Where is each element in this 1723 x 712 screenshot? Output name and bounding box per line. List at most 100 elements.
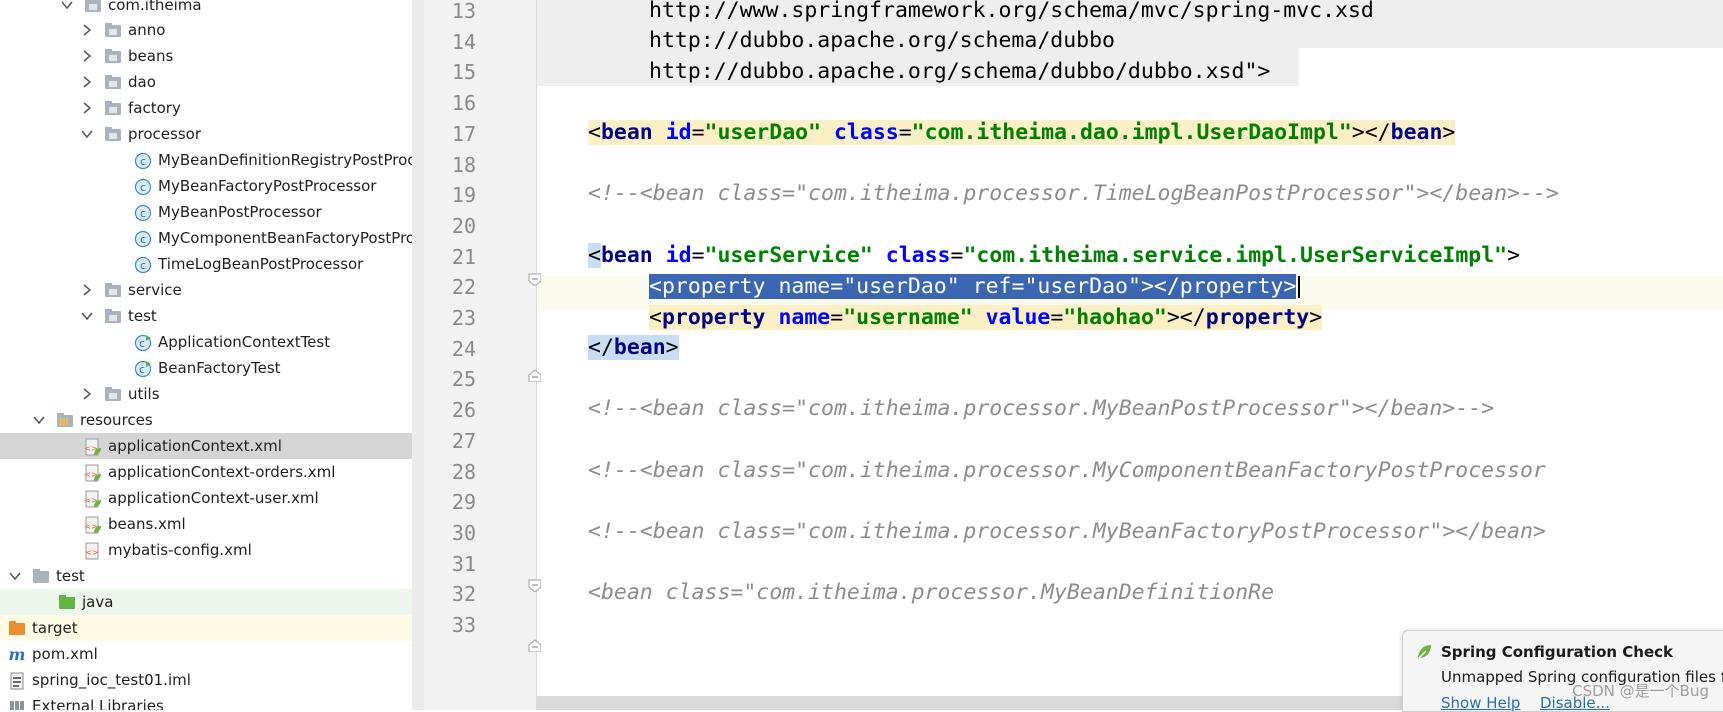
line-number: 20	[451, 213, 476, 238]
svg-text:m: m	[9, 646, 26, 662]
fold-marker-icon[interactable]	[527, 578, 541, 592]
tree-item-label: mybatis-config.xml	[108, 541, 252, 559]
tag-name: bean	[1390, 120, 1443, 145]
tree-item[interactable]: External Libraries	[0, 693, 412, 710]
chevron-right-icon[interactable]	[80, 387, 94, 401]
schema-url: http://www.springframework.org/schema/mv…	[649, 0, 1374, 23]
chevron-down-icon[interactable]	[8, 569, 22, 583]
line-number: 29	[451, 490, 476, 515]
svg-text:c: c	[140, 181, 146, 194]
tree-item[interactable]: test	[0, 303, 412, 329]
chevron-down-icon[interactable]	[80, 127, 94, 141]
line-number: 18	[451, 152, 476, 177]
tag-name: bean	[600, 243, 653, 268]
tree-item[interactable]: c MyBeanFactoryPostProcessor	[0, 173, 412, 199]
code-line-23: <property name="username" value="haohao"…	[649, 301, 1323, 335]
tree-item[interactable]: c MyBeanPostProcessor	[0, 199, 412, 225]
test-class-icon: c	[134, 360, 152, 378]
fold-marker-icon[interactable]	[527, 368, 541, 382]
tree-item[interactable]: c MyComponentBeanFactoryPostProce	[0, 225, 424, 251]
line-number: 16	[451, 91, 476, 116]
chevron-right-icon[interactable]	[80, 23, 94, 37]
svg-text:c: c	[139, 363, 145, 376]
attribute-name: ref	[972, 274, 1012, 299]
tree-item[interactable]: c BeanFactoryTest	[0, 355, 412, 381]
tree-item[interactable]: m pom.xml	[0, 641, 412, 667]
equals: =	[830, 305, 844, 330]
tree-item-label: ApplicationContextTest	[158, 333, 331, 351]
tree-item[interactable]: beans	[0, 43, 412, 69]
line-number: 23	[451, 306, 476, 330]
tree-item[interactable]: <> beans.xml	[0, 511, 412, 537]
tree-item[interactable]: c TimeLogBeanPostProcessor	[0, 251, 412, 277]
chevron-right-icon[interactable]	[80, 101, 94, 115]
tree-item[interactable]: com.itheima	[0, 0, 412, 18]
attribute-value: "com.itheima.dao.impl.UserDaoImpl"	[911, 120, 1352, 145]
tree-item[interactable]: test	[0, 563, 412, 589]
tree-scrollbar[interactable]	[412, 0, 424, 710]
tree-item[interactable]: resources	[0, 407, 412, 433]
tag-bracket: >	[1309, 305, 1323, 330]
code-editor[interactable]: 13 14 15 16 17 18 19 20 21 22 23 24 25 26 27 28 29 30 31 32…	[424, 0, 1723, 710]
tree-item-label: target	[32, 619, 78, 637]
spring-xml-icon: <>	[84, 516, 102, 534]
chevron-down-icon[interactable]	[60, 0, 74, 12]
code-line-28: <!--<bean class="com.itheima.processor.M…	[588, 458, 1546, 483]
tree-item[interactable]: dao	[0, 69, 412, 95]
tree-item[interactable]: <> applicationContext-orders.xml	[0, 459, 412, 485]
class-icon: c	[134, 204, 152, 222]
tree-item[interactable]: <> applicationContext.xml	[0, 433, 412, 459]
fold-marker-icon[interactable]	[527, 272, 541, 286]
tag-bracket: >	[665, 335, 679, 360]
schema-url: http://dubbo.apache.org/schema/dubbo/dub…	[649, 59, 1245, 84]
svg-text:c: c	[140, 233, 146, 246]
line-number: 19	[451, 183, 476, 208]
tree-item-label: java	[82, 593, 114, 611]
xml-icon: <>	[84, 542, 102, 560]
tree-item-label: TimeLogBeanPostProcessor	[158, 255, 364, 273]
equals: =	[691, 243, 705, 268]
equals: =	[898, 120, 912, 145]
tree-item[interactable]: <> applicationContext-user.xml	[0, 485, 412, 511]
tree-item[interactable]: processor	[0, 121, 412, 147]
tag-name: property	[661, 274, 766, 299]
tag-bracket: ></	[1351, 120, 1391, 145]
tree-item-label: processor	[128, 125, 201, 143]
equals: =	[830, 274, 844, 299]
chevron-right-icon[interactable]	[80, 283, 94, 297]
chevron-right-icon[interactable]	[80, 49, 94, 63]
svg-text:c: c	[140, 155, 146, 168]
chevron-right-icon[interactable]	[80, 75, 94, 89]
svg-text:c: c	[139, 337, 145, 350]
tree-item-label: applicationContext.xml	[108, 437, 282, 455]
code-line-30: <!--<bean class="com.itheima.processor.M…	[588, 519, 1546, 544]
tree-item[interactable]: c MyBeanDefinitionRegistryPostProces	[0, 147, 424, 173]
chevron-down-icon[interactable]	[32, 413, 46, 427]
code-line-14: http://dubbo.apache.org/schema/dubbo	[649, 24, 1115, 58]
code-line-32: <bean class="com.itheima.processor.MyBea…	[588, 580, 1275, 605]
attribute-value: "userDao"	[704, 120, 822, 145]
resources-folder-icon	[56, 412, 74, 428]
tree-item[interactable]: factory	[0, 95, 412, 121]
show-help-link[interactable]: Show Help	[1441, 694, 1520, 712]
tree-item-label: MyBeanFactoryPostProcessor	[158, 177, 377, 195]
tree-item[interactable]: c ApplicationContextTest	[0, 329, 412, 355]
tree-item[interactable]: anno	[0, 17, 412, 43]
schema-url: http://dubbo.apache.org/schema/dubbo	[649, 28, 1115, 53]
fold-marker-icon[interactable]	[527, 638, 541, 652]
tree-item[interactable]: <> mybatis-config.xml	[0, 537, 412, 563]
tree-item-label: MyBeanPostProcessor	[158, 203, 322, 221]
tree-item[interactable]: java	[0, 589, 412, 615]
line-number: 33	[451, 613, 476, 637]
package-icon	[104, 74, 122, 90]
tree-item[interactable]: utils	[0, 381, 412, 407]
tree-item[interactable]: spring_ioc_test01.iml	[0, 667, 412, 693]
tree-item[interactable]: target	[0, 615, 412, 641]
chevron-down-icon[interactable]	[80, 309, 94, 323]
tag-name: property	[1179, 274, 1284, 299]
attribute-name: id	[665, 243, 692, 268]
tree-item[interactable]: service	[0, 277, 412, 303]
project-tree: com.itheima anno beans dao factory processor c…	[0, 0, 424, 710]
class-icon: c	[134, 178, 152, 196]
equals: =	[1011, 274, 1025, 299]
